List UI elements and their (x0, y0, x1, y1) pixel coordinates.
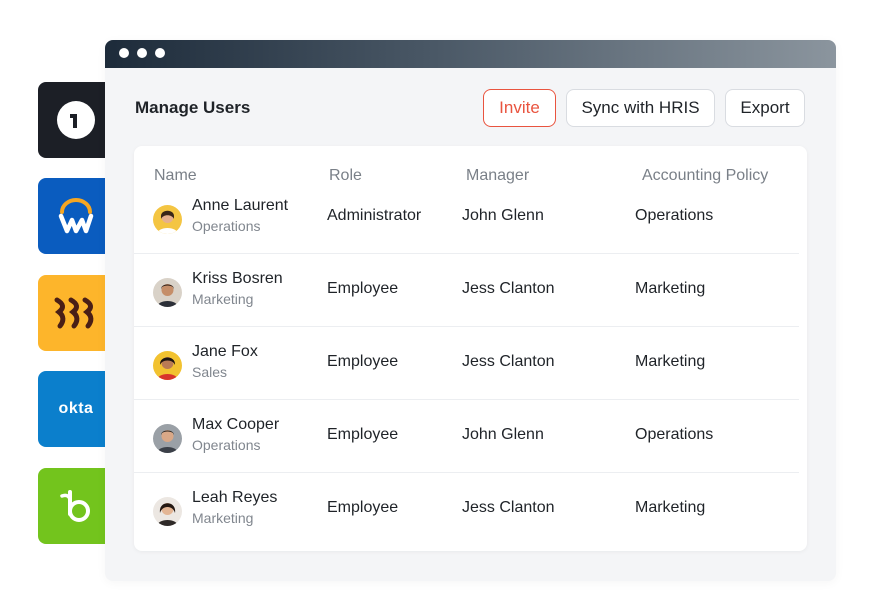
table-row[interactable]: Anne Laurent Operations Administrator Jo… (134, 181, 799, 254)
user-manager: John Glenn (462, 207, 544, 224)
okta-logo: okta (38, 371, 114, 447)
avatar (153, 351, 182, 380)
okta-icon: okta (58, 400, 94, 417)
window-controls (119, 48, 165, 58)
user-manager: Jess Clanton (462, 499, 555, 516)
user-department: Sales (192, 364, 228, 380)
avatar (153, 497, 182, 526)
user-name[interactable]: Anne Laurent (192, 197, 288, 215)
avatar (153, 424, 182, 453)
table-row[interactable]: Max Cooper Operations Employee John Glen… (134, 400, 799, 473)
onelogin-icon (57, 101, 95, 139)
rippling-logo (38, 275, 114, 351)
workday-icon (58, 198, 94, 234)
avatar (153, 278, 182, 307)
table-row[interactable]: Kriss Bosren Marketing Employee Jess Cla… (134, 254, 799, 327)
user-name[interactable]: Leah Reyes (192, 489, 277, 507)
workday-logo (38, 178, 114, 254)
users-table: Name Role Manager Accounting Policy Anne… (134, 146, 807, 551)
user-name[interactable]: Kriss Bosren (192, 270, 283, 288)
user-department: Operations (192, 218, 261, 234)
user-department: Operations (192, 437, 261, 453)
user-manager: Jess Clanton (462, 280, 555, 297)
bamboohr-logo (38, 468, 114, 544)
window-dot-icon[interactable] (137, 48, 147, 58)
rippling-icon (54, 297, 94, 329)
user-accounting-policy: Marketing (635, 280, 706, 297)
sync-hris-button[interactable]: Sync with HRIS (566, 89, 715, 127)
user-department: Marketing (192, 510, 254, 526)
user-accounting-policy: Operations (635, 207, 714, 224)
app-window: Manage Users Invite Sync with HRIS Expor… (105, 40, 836, 581)
user-role: Employee (327, 280, 399, 297)
export-button[interactable]: Export (725, 89, 805, 127)
avatar (153, 205, 182, 234)
user-accounting-policy: Marketing (635, 353, 706, 370)
invite-button[interactable]: Invite (483, 89, 556, 127)
page-title: Manage Users (135, 98, 251, 117)
table-row[interactable]: Leah Reyes Marketing Employee Jess Clant… (134, 473, 799, 546)
user-accounting-policy: Operations (635, 426, 714, 443)
user-role: Employee (327, 426, 399, 443)
user-name[interactable]: Jane Fox (192, 343, 258, 361)
window-titlebar (105, 40, 836, 68)
user-role: Employee (327, 499, 399, 516)
window-dot-icon[interactable] (119, 48, 129, 58)
user-accounting-policy: Marketing (635, 499, 706, 516)
user-manager: Jess Clanton (462, 353, 555, 370)
window-dot-icon[interactable] (155, 48, 165, 58)
user-department: Marketing (192, 291, 254, 307)
user-role: Employee (327, 353, 399, 370)
user-role: Administrator (327, 207, 422, 224)
user-name[interactable]: Max Cooper (192, 416, 279, 434)
table-row[interactable]: Jane Fox Sales Employee Jess Clanton Mar… (134, 327, 799, 400)
user-manager: John Glenn (462, 426, 544, 443)
bamboohr-icon (60, 490, 90, 522)
onelogin-logo (38, 82, 114, 158)
